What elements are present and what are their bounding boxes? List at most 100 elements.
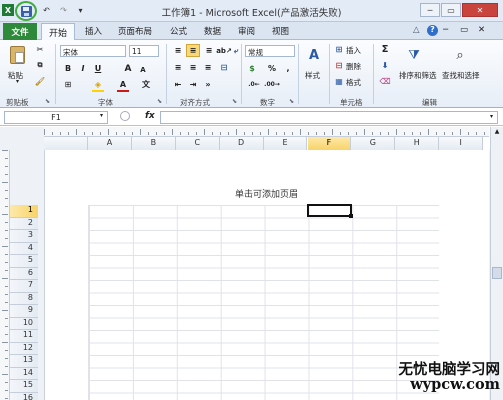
tab-review[interactable]: 审阅 bbox=[238, 25, 255, 37]
currency-button[interactable]: $ bbox=[246, 63, 258, 74]
row-header-4[interactable]: 4 bbox=[10, 242, 38, 255]
active-cell-f1[interactable] bbox=[307, 204, 352, 217]
formula-input[interactable] bbox=[160, 111, 498, 124]
column-header-f[interactable]: F bbox=[307, 137, 352, 150]
increase-indent-icon[interactable]: ⇥ bbox=[187, 79, 199, 90]
align-bottom-icon[interactable]: ≡ bbox=[203, 45, 215, 56]
align-right-icon[interactable]: ≡ bbox=[202, 62, 214, 73]
comma-button[interactable]: , bbox=[282, 63, 294, 74]
tab-page-layout[interactable]: 页面布局 bbox=[118, 25, 152, 37]
minimize-ribbon-icon[interactable]: △ bbox=[413, 25, 420, 35]
shrink-font-button[interactable]: A bbox=[137, 64, 149, 75]
sort-filter-button[interactable]: 排序和筛选 bbox=[399, 70, 437, 81]
row-header-10[interactable]: 10 bbox=[10, 317, 38, 330]
expand-formula-icon[interactable]: ▾ bbox=[490, 113, 493, 120]
row-header-9[interactable]: 9 bbox=[10, 305, 38, 318]
row-header-12[interactable]: 12 bbox=[10, 342, 38, 355]
workbook-close-icon[interactable]: ✕ bbox=[478, 25, 485, 35]
fill-color-icon[interactable]: ◈ bbox=[92, 79, 104, 90]
font-name-combo[interactable]: 宋体 bbox=[60, 45, 126, 57]
row-header-13[interactable]: 13 bbox=[10, 355, 38, 368]
column-header-e[interactable]: E bbox=[263, 137, 308, 150]
find-select-button[interactable]: 查找和选择 bbox=[442, 70, 480, 81]
tab-view[interactable]: 视图 bbox=[272, 25, 289, 37]
column-header-a[interactable]: A bbox=[88, 137, 132, 150]
row-header-6[interactable]: 6 bbox=[10, 267, 38, 280]
autosum-button[interactable]: Σ bbox=[379, 44, 391, 55]
fill-icon[interactable]: ⬇ bbox=[379, 60, 391, 71]
restore-button[interactable]: ▭ bbox=[441, 3, 461, 17]
number-launcher-icon[interactable]: ⬊ bbox=[289, 98, 294, 105]
tab-file[interactable]: 文件 bbox=[3, 23, 37, 40]
text-direction-icon[interactable]: » bbox=[202, 79, 214, 90]
paste-button[interactable] bbox=[6, 44, 28, 66]
font-size-combo[interactable]: 11 bbox=[129, 45, 159, 57]
phonetic-icon[interactable]: 文 bbox=[140, 79, 152, 90]
header-placeholder[interactable]: 单击可添加页眉 bbox=[44, 187, 489, 200]
increase-decimal-icon[interactable]: .0← bbox=[248, 79, 260, 90]
format-cells-button[interactable]: 格式 bbox=[346, 77, 361, 88]
insert-cells-button[interactable]: 插入 bbox=[346, 45, 361, 56]
scroll-up-icon[interactable]: ▲ bbox=[492, 128, 502, 138]
row-header-1[interactable]: 1 bbox=[10, 205, 38, 218]
row-header-15[interactable]: 15 bbox=[10, 380, 38, 393]
row-header-3[interactable]: 3 bbox=[10, 230, 38, 243]
cut-icon[interactable]: ✂ bbox=[34, 44, 46, 55]
row-header-2[interactable]: 2 bbox=[10, 217, 38, 230]
row-header-16[interactable]: 16 bbox=[10, 392, 38, 400]
align-center-icon[interactable]: ≡ bbox=[187, 62, 199, 73]
orientation-icon[interactable]: ab↗ bbox=[216, 45, 232, 56]
insert-cells-icon[interactable]: ⊞ bbox=[333, 44, 345, 55]
column-header-g[interactable]: G bbox=[351, 137, 396, 150]
row-header-11[interactable]: 11 bbox=[10, 330, 38, 343]
format-cells-icon[interactable]: ▦ bbox=[333, 76, 345, 87]
tab-insert[interactable]: 插入 bbox=[85, 25, 102, 37]
row-header-7[interactable]: 7 bbox=[10, 280, 38, 293]
align-middle-button[interactable]: ≡ bbox=[186, 44, 200, 57]
tab-data[interactable]: 数据 bbox=[204, 25, 221, 37]
close-button[interactable]: ✕ bbox=[462, 3, 498, 17]
column-header-c[interactable]: C bbox=[175, 137, 220, 150]
styles-button-label[interactable]: 样式 bbox=[305, 70, 320, 81]
row-header-14[interactable]: 14 bbox=[10, 367, 38, 380]
column-header-d[interactable]: D bbox=[219, 137, 264, 150]
tab-formulas[interactable]: 公式 bbox=[170, 25, 187, 37]
clear-icon[interactable]: ⌫ bbox=[379, 76, 391, 87]
number-format-combo[interactable]: 常规 bbox=[245, 45, 295, 57]
column-header-i[interactable]: I bbox=[439, 137, 484, 150]
row-header-5[interactable]: 5 bbox=[10, 255, 38, 268]
decrease-decimal-icon[interactable]: .00→ bbox=[264, 79, 280, 90]
help-icon[interactable]: ? bbox=[427, 25, 438, 36]
scroll-thumb[interactable] bbox=[492, 267, 502, 279]
alignment-launcher-icon[interactable]: ⬊ bbox=[232, 98, 237, 105]
delete-cells-button[interactable]: 删除 bbox=[346, 61, 361, 72]
italic-button[interactable]: I bbox=[77, 63, 89, 74]
bold-button[interactable]: B bbox=[62, 63, 74, 74]
align-top-icon[interactable]: ≡ bbox=[172, 45, 184, 56]
vertical-scrollbar[interactable]: ▲ bbox=[490, 127, 503, 400]
workbook-restore-icon[interactable]: ▭ bbox=[460, 25, 468, 35]
merge-center-icon[interactable]: ⊟ bbox=[218, 62, 230, 73]
underline-button[interactable]: U bbox=[92, 63, 104, 74]
percent-button[interactable]: % bbox=[266, 63, 278, 74]
align-left-icon[interactable]: ≡ bbox=[172, 62, 184, 73]
fill-handle[interactable] bbox=[349, 214, 353, 218]
sort-filter-icon[interactable]: ⧩ bbox=[403, 44, 425, 66]
clipboard-launcher-icon[interactable]: ⬊ bbox=[45, 98, 50, 105]
paste-dropdown-icon[interactable]: ▾ bbox=[16, 78, 19, 85]
minimize-button[interactable]: ─ bbox=[420, 3, 440, 17]
row-header-8[interactable]: 8 bbox=[10, 292, 38, 305]
workbook-minimize-icon[interactable]: ─ bbox=[443, 25, 448, 35]
delete-cells-icon[interactable]: ⊟ bbox=[333, 60, 345, 71]
border-icon[interactable]: ⊞ bbox=[62, 79, 74, 90]
name-box[interactable]: F1 bbox=[4, 111, 108, 124]
font-launcher-icon[interactable]: ⬊ bbox=[157, 98, 162, 105]
font-color-button[interactable]: A bbox=[117, 79, 129, 90]
copy-icon[interactable]: ⧉ bbox=[34, 60, 46, 71]
decrease-indent-icon[interactable]: ⇤ bbox=[172, 79, 184, 90]
insert-function-button[interactable]: fx bbox=[145, 111, 155, 121]
column-header-h[interactable]: H bbox=[395, 137, 440, 150]
find-select-icon[interactable]: ⌕ bbox=[449, 44, 471, 66]
tab-home[interactable]: 开始 bbox=[41, 23, 75, 41]
grow-font-button[interactable]: A bbox=[122, 63, 134, 74]
